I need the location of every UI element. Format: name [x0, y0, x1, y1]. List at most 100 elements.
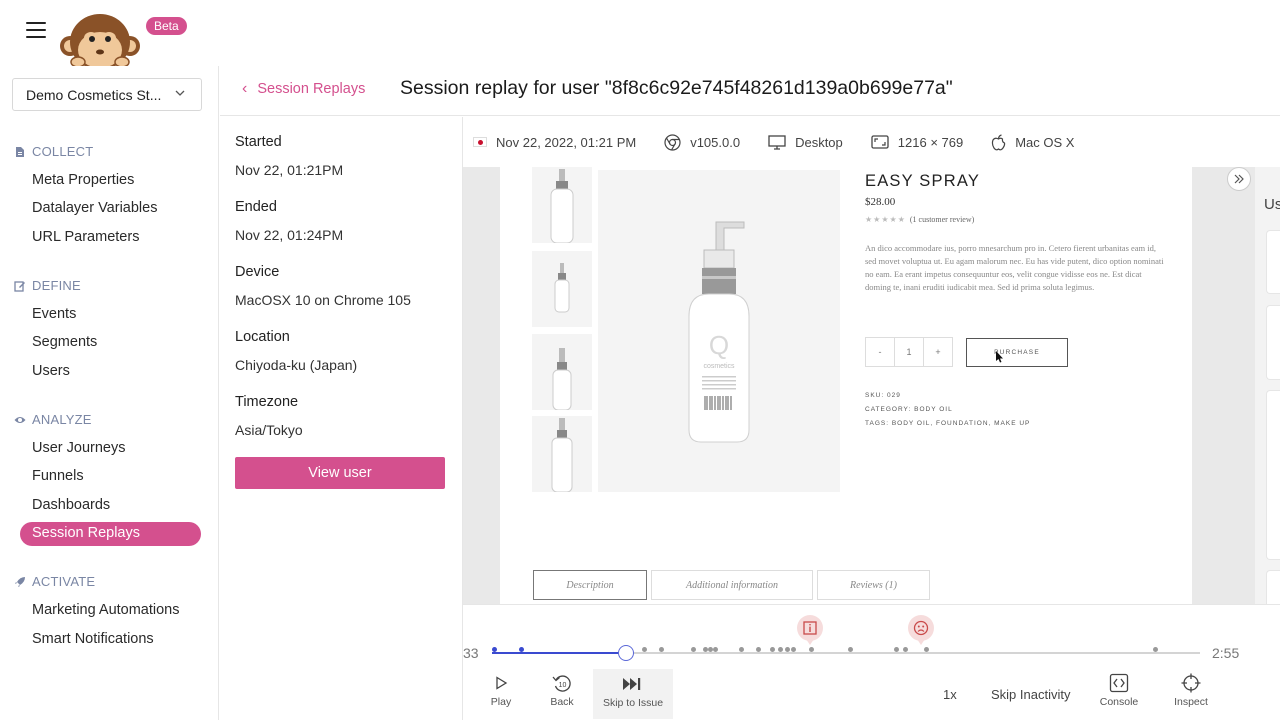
replay-viewport[interactable]: Q cosmetics EASY SPRAY $28.00 ★★★★★ (1 cu…: [463, 167, 1255, 604]
frown-face-icon: [913, 620, 929, 636]
started-value: Nov 22, 01:21PM: [235, 162, 344, 178]
section-collect: COLLECT: [14, 144, 93, 159]
sidebar-item-datalayer-variables[interactable]: Datalayer Variables: [32, 200, 157, 216]
product-thumbnail: [532, 416, 592, 492]
section-activate: ACTIVATE: [14, 574, 95, 589]
sidebar-item-user-journeys[interactable]: User Journeys: [32, 440, 125, 456]
skip-inactivity-toggle[interactable]: Skip Inactivity: [991, 687, 1070, 702]
event-marker[interactable]: [924, 647, 929, 652]
back-to-session-replays-link[interactable]: ‹ Session Replays: [242, 80, 365, 98]
back-10s-button[interactable]: 10 Back: [547, 673, 577, 708]
apple-icon: [992, 133, 1006, 150]
sidebar-item-session-replays[interactable]: Session Replays: [20, 522, 201, 546]
product-thumbnail: [532, 167, 592, 243]
product-price: $28.00: [865, 196, 896, 208]
timeline-scrubber[interactable]: [618, 645, 634, 661]
top-bar: Beta: [0, 0, 1280, 70]
replay-cursor-icon: [996, 351, 1003, 363]
frustration-pin[interactable]: [908, 615, 934, 645]
event-marker[interactable]: [894, 647, 899, 652]
console-button[interactable]: Console: [1097, 673, 1141, 708]
sidebar: Demo Cosmetics St... COLLECT Meta Proper…: [0, 66, 219, 720]
timezone-value: Asia/Tokyo: [235, 422, 303, 438]
edit-icon: [14, 280, 25, 292]
event-marker[interactable]: [770, 647, 775, 652]
event-marker[interactable]: [756, 647, 761, 652]
main-header: ‹ Session Replays Session replay for use…: [220, 66, 1280, 116]
device-label: Device: [235, 264, 280, 280]
workspace-name: Demo Cosmetics St...: [26, 86, 162, 103]
meta-resolution: 1216 × 769: [871, 135, 963, 150]
event-marker[interactable]: [739, 647, 744, 652]
product-main-image: Q cosmetics: [598, 170, 840, 492]
meta-datetime: Nov 22, 2022, 01:21 PM: [463, 135, 636, 150]
event-marker[interactable]: [809, 647, 814, 652]
meta-os: Mac OS X: [991, 133, 1074, 151]
event-marker[interactable]: [903, 647, 908, 652]
sidebar-item-marketing-automations[interactable]: Marketing Automations: [32, 602, 180, 618]
sidebar-item-url-parameters[interactable]: URL Parameters: [32, 229, 139, 245]
event-marker[interactable]: [848, 647, 853, 652]
event-marker[interactable]: [519, 647, 524, 652]
inspect-button[interactable]: Inspect: [1169, 673, 1213, 708]
play-icon: [496, 676, 508, 690]
rating-stars: ★★★★★: [865, 215, 906, 224]
playback-speed-button[interactable]: 1x: [943, 687, 957, 702]
skip-to-issue-button[interactable]: Skip to Issue: [593, 669, 673, 719]
sidebar-item-dashboards[interactable]: Dashboards: [32, 497, 110, 513]
event-marker[interactable]: [785, 647, 790, 652]
product-rating: ★★★★★ (1 customer review): [865, 215, 974, 224]
skip-forward-icon: [623, 678, 641, 690]
product-tags: TAGS: BODY OIL, FOUNDATION, MAKE UP: [865, 420, 1031, 427]
desktop-icon: [768, 134, 786, 150]
chrome-icon: [664, 133, 681, 151]
sidebar-item-users[interactable]: Users: [32, 363, 70, 379]
side-panel-card: [1266, 230, 1280, 294]
monkey-logo: [60, 14, 140, 70]
skip-to-issue-label: Skip to Issue: [602, 697, 664, 709]
section-analyze: ANALYZE: [14, 412, 92, 427]
meta-device: Desktop: [768, 135, 843, 150]
timezone-label: Timezone: [235, 394, 299, 410]
console-icon: [1109, 673, 1129, 693]
view-user-button[interactable]: View user: [235, 457, 445, 489]
sidebar-item-segments[interactable]: Segments: [32, 334, 97, 350]
workspace-select[interactable]: Demo Cosmetics St...: [12, 78, 202, 111]
menu-icon[interactable]: [26, 22, 46, 40]
expand-panel-button[interactable]: [1227, 167, 1251, 191]
product-description: An dico accommodare ius, porro mnesarchu…: [865, 243, 1164, 292]
issue-pin[interactable]: [797, 615, 823, 645]
side-panel-card: [1266, 390, 1280, 560]
event-marker[interactable]: [713, 647, 718, 652]
back-link-label: Session Replays: [257, 81, 366, 97]
event-marker[interactable]: [492, 647, 497, 652]
event-marker[interactable]: [791, 647, 796, 652]
section-define: DEFINE: [14, 278, 81, 293]
bottle-image: [551, 418, 573, 492]
event-marker[interactable]: [642, 647, 647, 652]
total-duration: 2:55: [1212, 645, 1240, 661]
sidebar-item-funnels[interactable]: Funnels: [32, 468, 84, 484]
play-button[interactable]: Play: [491, 673, 511, 708]
product-thumbnail: [532, 251, 592, 327]
event-marker[interactable]: [1153, 647, 1158, 652]
meta-browser: v105.0.0: [664, 133, 740, 151]
sidebar-item-meta-properties[interactable]: Meta Properties: [32, 172, 134, 188]
timeline-progress: [492, 652, 626, 654]
tab-reviews: Reviews (1): [817, 570, 930, 600]
device-value: MacOSX 10 on Chrome 105: [235, 292, 411, 308]
location-value: Chiyoda-ku (Japan): [235, 357, 358, 373]
event-marker[interactable]: [778, 647, 783, 652]
sidebar-item-events[interactable]: Events: [32, 306, 76, 322]
purchase-button: PURCHASE: [966, 338, 1068, 367]
product-category: CATEGORY: BODY OIL: [865, 406, 953, 413]
eye-icon: [14, 416, 26, 423]
location-label: Location: [235, 329, 290, 345]
quantity-stepper: - 1 +: [865, 337, 953, 367]
event-marker[interactable]: [659, 647, 664, 652]
event-marker[interactable]: [691, 647, 696, 652]
session-meta-bar: Nov 22, 2022, 01:21 PM v105.0.0 Desktop …: [463, 117, 1280, 167]
side-panel-title: Us: [1264, 196, 1280, 213]
page-title: Session replay for user "8f8c6c92e745f48…: [400, 77, 953, 99]
sidebar-item-smart-notifications[interactable]: Smart Notifications: [32, 631, 154, 647]
